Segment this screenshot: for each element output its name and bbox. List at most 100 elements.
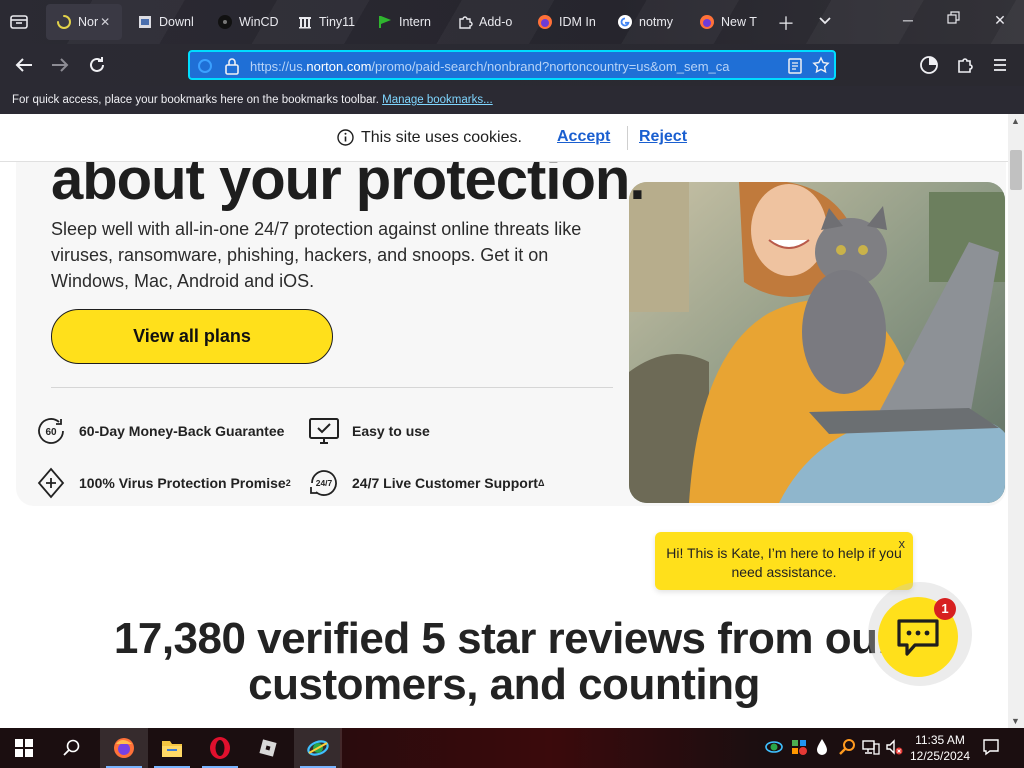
shield-plus-icon (35, 467, 67, 499)
tab-tiny11[interactable]: Tiny11 (287, 4, 359, 40)
hero-photo (629, 182, 1005, 503)
tab-notmy[interactable]: notmy (607, 4, 683, 40)
scroll-up-icon[interactable]: ▲ (1011, 116, 1021, 126)
reviews-line-2: customers, and counting (248, 660, 760, 709)
hero-card: about your protection. Sleep well with a… (16, 134, 1006, 506)
url-text[interactable]: https://us.norton.com/promo/paid-search/… (250, 58, 770, 76)
search-icon[interactable] (48, 728, 96, 768)
tray-search-orange-icon[interactable] (838, 738, 856, 756)
hero-description: Sleep well with all-in-one 24/7 protecti… (51, 219, 582, 291)
bookmarks-toolbar: For quick access, place your bookmarks h… (0, 86, 1024, 114)
tab-idm[interactable]: IDM In (527, 4, 603, 40)
reviews-heading: 17,380 verified 5 star reviews from our … (0, 616, 1008, 708)
minimize-icon[interactable]: ─ (898, 10, 918, 30)
tab-new[interactable]: New T (689, 4, 761, 40)
feature-virus-protection: 100% Virus Protection Promise 2 (35, 467, 291, 499)
tab-label: notmy (639, 15, 674, 29)
tray-app-icon[interactable] (790, 738, 808, 756)
tab-bar: Nor ✕ Downl WinCD Tiny11 Intern Add-o ID… (0, 0, 1024, 44)
firefox-icon (699, 14, 715, 30)
reader-view-icon[interactable] (786, 57, 804, 80)
tab-download[interactable]: Downl (127, 4, 199, 40)
web-page: about your protection. Sleep well with a… (0, 114, 1008, 728)
firefox-icon (537, 14, 553, 30)
tab-label: IDM In (559, 15, 596, 29)
menu-hamburger-icon[interactable] (988, 54, 1012, 76)
tab-label: New T (721, 15, 757, 29)
cookie-message: This site uses cookies. (361, 129, 522, 146)
firefox-icon[interactable] (100, 728, 148, 768)
feature-label: 24/7 Live Customer Support (352, 475, 538, 491)
firefox-view-icon[interactable] (917, 54, 941, 76)
tab-label: WinCD (239, 15, 279, 29)
tab-label: Intern (399, 15, 431, 29)
tab-internet[interactable]: Intern (367, 4, 439, 40)
tab-addons[interactable]: Add-o (447, 4, 519, 40)
divider (51, 387, 613, 388)
notification-badge: 1 (934, 598, 956, 620)
tab-norton[interactable]: Nor ✕ (46, 4, 122, 40)
scroll-down-icon[interactable]: ▼ (1011, 716, 1021, 726)
tab-label: Tiny11 (319, 15, 356, 29)
address-bar[interactable]: https://us.norton.com/promo/paid-search/… (188, 50, 836, 80)
feature-label: 100% Virus Protection Promise (79, 475, 286, 491)
footnote-mark: 2 (285, 478, 291, 488)
feature-support: 24/7 24/7 Live Customer Support Δ (308, 467, 544, 499)
volume-muted-icon[interactable] (885, 738, 903, 756)
scrollbar-thumb[interactable] (1010, 150, 1022, 190)
action-center-icon[interactable] (982, 738, 1000, 756)
accept-cookies-link[interactable]: Accept (557, 128, 610, 146)
svg-text:24/7: 24/7 (316, 478, 333, 488)
reject-cookies-link[interactable]: Reject (639, 128, 687, 146)
green-flag-icon (377, 14, 393, 30)
download-page-icon (137, 14, 153, 30)
tracking-protection-icon[interactable] (196, 57, 214, 80)
tab-wincd[interactable]: WinCD (207, 4, 279, 40)
cookie-banner: This site uses cookies. Accept Reject (0, 114, 1008, 162)
restore-icon[interactable] (944, 10, 964, 30)
feature-easy-to-use: Easy to use (308, 415, 430, 447)
new-tab-icon[interactable]: ＋ (777, 10, 795, 36)
tab-label: Add-o (479, 15, 513, 29)
clock-date: 12/25/2024 (909, 749, 971, 763)
tray-drop-icon[interactable] (813, 738, 831, 756)
windows-taskbar: 11:35 AM 12/25/2024 (0, 728, 1024, 768)
wincdemu-icon (217, 14, 233, 30)
sixty-day-icon: 60 (35, 415, 67, 447)
reviews-line-1: 17,380 verified 5 star reviews from our (113, 614, 895, 663)
network-app-icon[interactable] (294, 728, 342, 768)
screen: Nor ✕ Downl WinCD Tiny11 Intern Add-o ID… (0, 0, 1024, 768)
view-all-plans-button[interactable]: View all plans (51, 309, 333, 364)
reload-icon[interactable] (85, 54, 109, 76)
loading-spinner-icon (56, 14, 72, 30)
footnote-mark: Δ (537, 478, 545, 488)
tray-network-icon[interactable] (862, 738, 880, 756)
puzzle-icon (457, 14, 473, 30)
tab-label: Downl (159, 15, 194, 29)
tray-network-monitor-icon[interactable] (765, 738, 783, 756)
tab-close-icon[interactable]: ✕ (100, 15, 110, 29)
chat-greeting[interactable]: Hi! This is Kate, I’m here to help if yo… (655, 532, 913, 590)
roblox-icon[interactable] (244, 728, 292, 768)
system-clock[interactable]: 11:35 AM 12/25/2024 (908, 732, 972, 764)
bookmark-star-icon[interactable] (812, 56, 830, 79)
bookmarks-hint: For quick access, place your bookmarks h… (12, 94, 379, 106)
opera-icon[interactable] (196, 728, 244, 768)
back-arrow-icon[interactable] (12, 54, 36, 76)
info-icon (337, 129, 354, 146)
page-scrollbar[interactable]: ▲ ▼ (1008, 114, 1024, 728)
extensions-icon[interactable] (953, 54, 977, 76)
lock-icon[interactable] (224, 57, 240, 80)
monitor-check-icon (308, 415, 340, 447)
forward-arrow-icon[interactable] (48, 54, 72, 76)
clock-time: 11:35 AM (915, 733, 965, 747)
close-window-icon[interactable]: ✕ (990, 10, 1010, 30)
manage-bookmarks-link[interactable]: Manage bookmarks... (382, 94, 493, 106)
chat-close-button[interactable]: x (899, 534, 906, 553)
feature-label: 60-Day Money-Back Guarantee (79, 423, 285, 439)
start-icon[interactable] (0, 728, 48, 768)
list-all-tabs-icon[interactable] (8, 12, 30, 32)
chat-bubble-icon (895, 617, 941, 664)
tab-overflow-chevron-icon[interactable] (817, 12, 833, 33)
file-explorer-icon[interactable] (148, 728, 196, 768)
